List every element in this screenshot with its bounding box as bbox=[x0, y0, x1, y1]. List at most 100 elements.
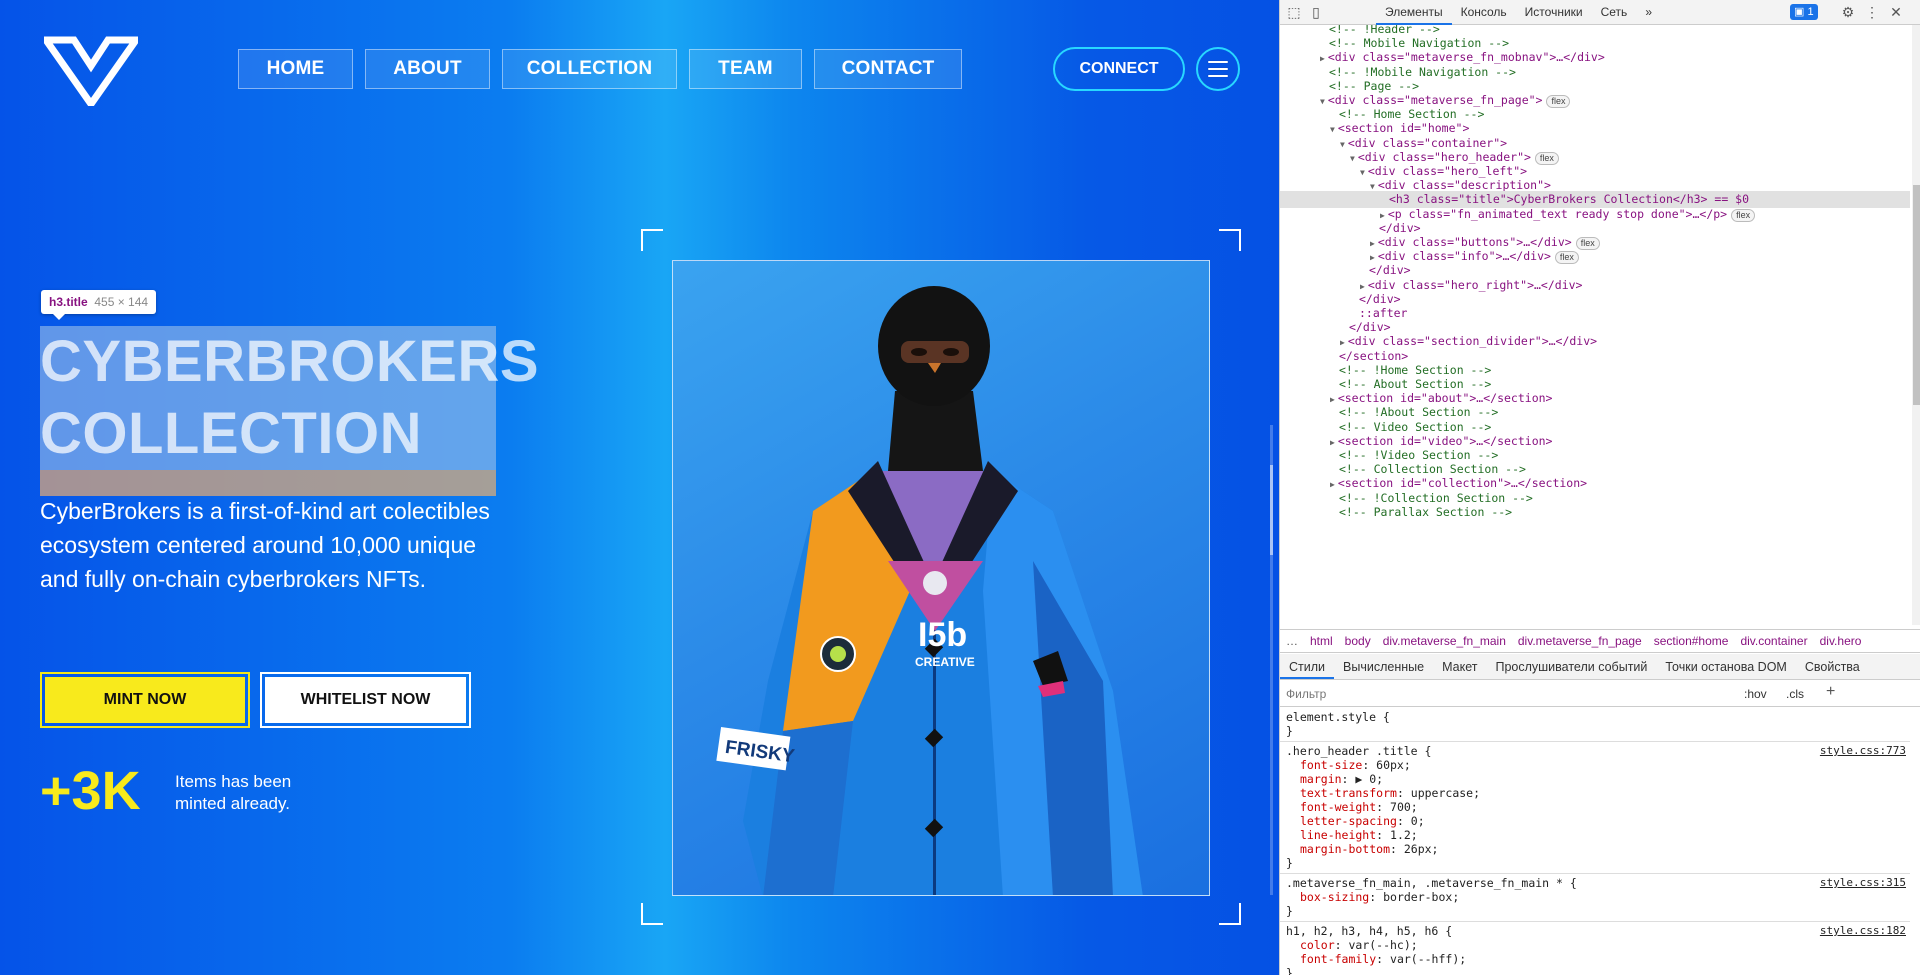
devtools-toolbar: ⬚ ▯ Элементы Консоль Источники Сеть » ▣ … bbox=[1280, 0, 1920, 25]
tooltip-selector: h3.title bbox=[49, 295, 88, 309]
devtools-tabs: Элементы Консоль Источники Сеть » bbox=[1376, 0, 1661, 25]
expand-arrow-icon[interactable]: ▼ bbox=[1370, 182, 1375, 191]
dom-node-text: <!-- Video Section --> bbox=[1339, 419, 1492, 434]
tab-sources[interactable]: Источники bbox=[1516, 0, 1592, 25]
css-declaration[interactable]: text-transform: uppercase; bbox=[1300, 786, 1480, 800]
expand-arrow-icon[interactable]: ▶ bbox=[1330, 395, 1335, 404]
expand-arrow-icon[interactable]: ▶ bbox=[1360, 282, 1365, 291]
css-rule-close: } bbox=[1286, 856, 1293, 870]
tab-network[interactable]: Сеть bbox=[1592, 0, 1637, 25]
dom-node-text: </section> bbox=[1339, 348, 1409, 363]
nav-team[interactable]: TEAM bbox=[689, 49, 802, 89]
nav-collection[interactable]: COLLECTION bbox=[502, 49, 677, 89]
add-rule-icon[interactable]: + bbox=[1826, 683, 1835, 701]
dom-tree: <!-- !Header --> <!-- Mobile Navigation -… bbox=[1280, 25, 1910, 625]
whitelist-now-button[interactable]: WHITELIST NOW bbox=[260, 672, 471, 728]
styles-subtab[interactable]: Вычисленные bbox=[1334, 654, 1433, 679]
tab-console[interactable]: Консоль bbox=[1452, 0, 1516, 25]
css-declaration[interactable]: margin-bottom: 26px; bbox=[1300, 842, 1438, 856]
breadcrumb-item[interactable]: body bbox=[1339, 634, 1377, 648]
nav-contact[interactable]: CONTACT bbox=[814, 49, 962, 89]
dom-node-text: <!-- !About Section --> bbox=[1339, 405, 1499, 420]
expand-arrow-icon[interactable]: ▶ bbox=[1330, 480, 1335, 489]
breadcrumb-item[interactable]: html bbox=[1304, 634, 1339, 648]
menu-button[interactable] bbox=[1196, 47, 1240, 91]
expand-arrow-icon[interactable]: ▼ bbox=[1340, 140, 1345, 149]
dom-node-text: <!-- Parallax Section --> bbox=[1339, 504, 1513, 519]
css-selector[interactable]: .hero_header .title { bbox=[1286, 744, 1431, 758]
close-icon[interactable]: ✕ bbox=[1888, 4, 1904, 20]
more-options-icon[interactable]: ⋮ bbox=[1864, 4, 1880, 20]
dom-node-text: <div class="description"> bbox=[1377, 178, 1551, 193]
css-declaration[interactable]: line-height: 1.2; bbox=[1300, 828, 1418, 842]
css-selector[interactable]: element.style { bbox=[1286, 710, 1390, 724]
css-property-value: : border-box; bbox=[1369, 890, 1460, 904]
dom-scrollbar[interactable] bbox=[1912, 25, 1920, 625]
issues-badge[interactable]: ▣ 1 bbox=[1790, 4, 1818, 20]
styles-subtab[interactable]: Точки останова DOM bbox=[1656, 654, 1795, 679]
breadcrumb-item[interactable]: div.container bbox=[1734, 634, 1813, 648]
nav-home[interactable]: HOME bbox=[238, 49, 353, 89]
mint-now-button[interactable]: MINT NOW bbox=[40, 672, 250, 728]
css-property-value: : 60px; bbox=[1362, 758, 1411, 772]
connect-button[interactable]: CONNECT bbox=[1053, 47, 1185, 91]
css-declaration[interactable]: color: var(--hc); bbox=[1300, 938, 1418, 952]
styles-subtab[interactable]: Свойства bbox=[1796, 654, 1869, 679]
expand-arrow-icon[interactable]: ▼ bbox=[1330, 125, 1335, 134]
expand-arrow-icon[interactable]: ▶ bbox=[1320, 54, 1325, 63]
dom-node-text: <section id="about">…</section> bbox=[1337, 391, 1553, 406]
device-toggle-icon[interactable]: ▯ bbox=[1308, 4, 1324, 20]
styles-subtab[interactable]: Стили bbox=[1280, 654, 1335, 679]
css-property-name: letter-spacing bbox=[1300, 814, 1397, 828]
expand-arrow-icon[interactable]: ▶ bbox=[1380, 211, 1385, 220]
css-property-value: : uppercase; bbox=[1396, 786, 1481, 800]
expand-arrow-icon[interactable]: ▶ bbox=[1370, 239, 1375, 248]
expand-arrow-icon[interactable]: ▼ bbox=[1360, 168, 1365, 177]
dom-node-text: <div class="hero_right">…</div> bbox=[1367, 277, 1583, 292]
artwork-patch-text: I5b bbox=[918, 616, 967, 654]
css-source-link[interactable]: style.css:182 bbox=[1820, 924, 1906, 937]
tab-elements[interactable]: Элементы bbox=[1376, 0, 1452, 25]
breadcrumb-item[interactable]: div.hero bbox=[1814, 634, 1868, 648]
expand-arrow-icon[interactable]: ▶ bbox=[1370, 253, 1375, 262]
css-declaration[interactable]: font-weight: 700; bbox=[1300, 800, 1418, 814]
styles-subtab[interactable]: Прослушиватели событий bbox=[1486, 654, 1656, 679]
css-declaration[interactable]: font-size: 60px; bbox=[1300, 758, 1411, 772]
dom-node-line[interactable]: <!-- Parallax Section --> bbox=[1280, 504, 1910, 521]
inspect-element-icon[interactable]: ⬚ bbox=[1286, 4, 1302, 20]
hamburger-icon bbox=[1207, 60, 1229, 78]
styles-subtab[interactable]: Макет bbox=[1433, 654, 1486, 679]
nav-about[interactable]: ABOUT bbox=[365, 49, 490, 89]
expand-arrow-icon[interactable]: ▼ bbox=[1350, 154, 1355, 163]
css-source-link[interactable]: style.css:773 bbox=[1820, 744, 1906, 757]
css-property-name: color bbox=[1300, 938, 1335, 952]
css-source-link[interactable]: style.css:315 bbox=[1820, 876, 1906, 889]
site-logo[interactable] bbox=[44, 36, 138, 106]
breadcrumb-item[interactable]: section#home bbox=[1648, 634, 1735, 648]
whitelist-now-label: WHITELIST NOW bbox=[265, 677, 466, 723]
breadcrumb-item[interactable]: div.metaverse_fn_page bbox=[1512, 634, 1648, 648]
hover-state-toggle[interactable]: :hov bbox=[1744, 687, 1767, 701]
filter-input[interactable]: Фильтр bbox=[1286, 687, 1326, 701]
css-declaration[interactable]: letter-spacing: 0; bbox=[1300, 814, 1425, 828]
breadcrumb-item[interactable]: div.metaverse_fn_main bbox=[1377, 634, 1512, 648]
css-property-value: : 1.2; bbox=[1376, 828, 1418, 842]
gear-icon[interactable]: ⚙ bbox=[1840, 4, 1856, 20]
expand-arrow-icon[interactable]: ▶ bbox=[1330, 438, 1335, 447]
css-declaration[interactable]: box-sizing: border-box; bbox=[1300, 890, 1459, 904]
expand-arrow-icon[interactable]: ▶ bbox=[1340, 338, 1345, 347]
css-selector[interactable]: .metaverse_fn_main, .metaverse_fn_main *… bbox=[1286, 876, 1577, 890]
more-tabs-icon[interactable]: » bbox=[1636, 0, 1661, 25]
inspect-tooltip: h3.title 455 × 144 bbox=[41, 290, 157, 320]
css-selector[interactable]: h1, h2, h3, h4, h5, h6 { bbox=[1286, 924, 1452, 938]
minted-caption: Items has been minted already. bbox=[175, 772, 292, 813]
dom-node-text: <p class="fn_animated_text ready stop do… bbox=[1387, 206, 1728, 221]
class-toggle[interactable]: .cls bbox=[1786, 687, 1804, 701]
dom-node-text: <!-- Mobile Navigation --> bbox=[1329, 36, 1510, 51]
expand-arrow-icon[interactable]: ▼ bbox=[1320, 97, 1325, 106]
breadcrumb-item[interactable]: … bbox=[1280, 634, 1304, 648]
main-nav: HOME ABOUT COLLECTION TEAM CONTACT bbox=[238, 49, 962, 89]
css-declaration[interactable]: margin: ▶ 0; bbox=[1300, 772, 1383, 786]
css-declaration[interactable]: font-family: var(--hff); bbox=[1300, 952, 1466, 966]
page-scrollbar[interactable] bbox=[1270, 425, 1273, 895]
